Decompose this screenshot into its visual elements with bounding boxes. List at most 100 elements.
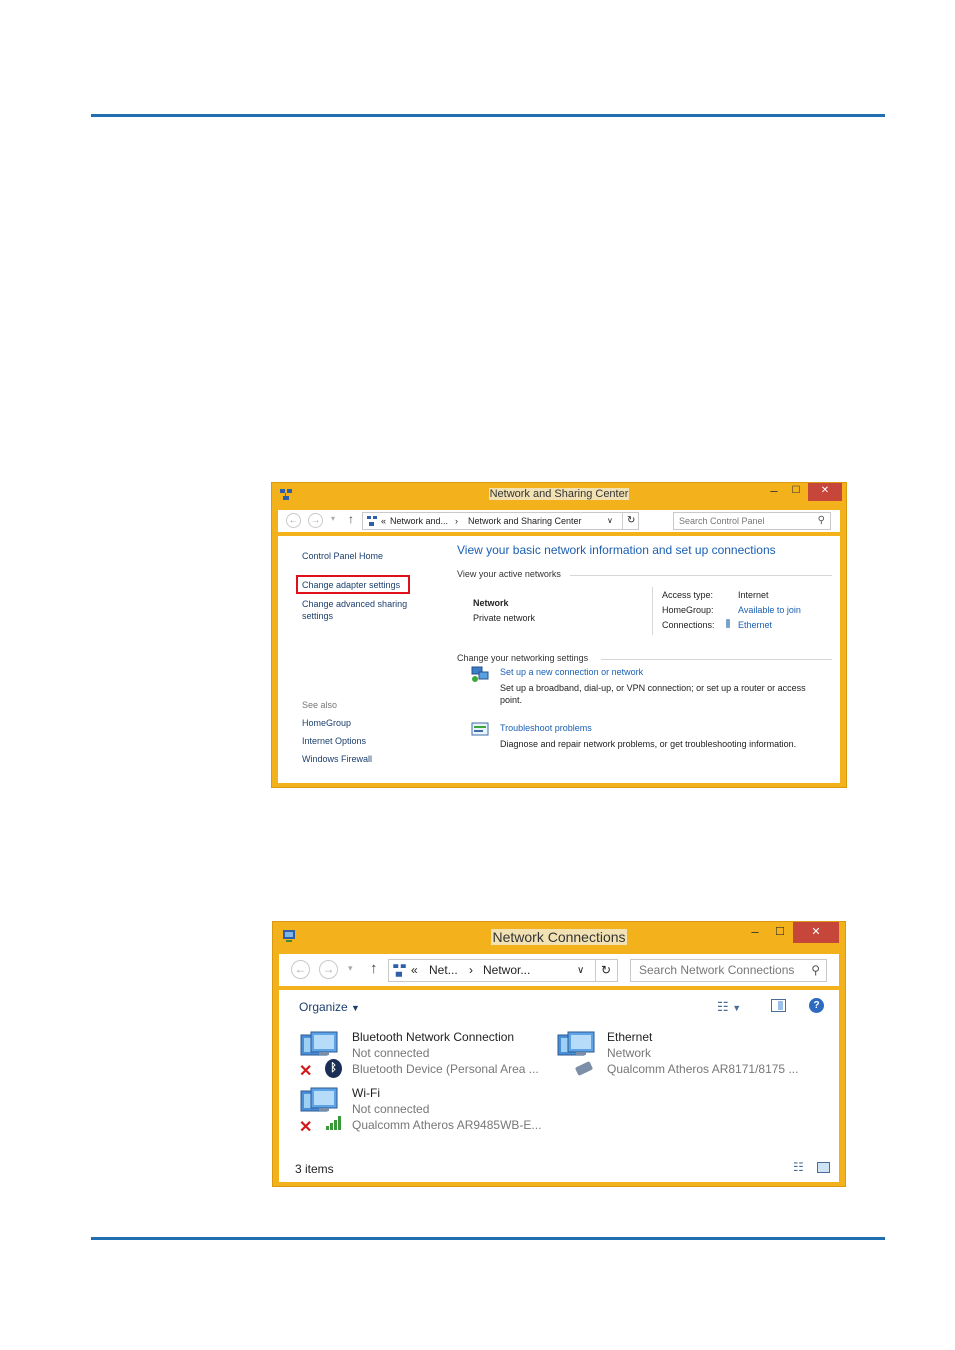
search-placeholder: Search Network Connections	[639, 963, 795, 977]
maximize-button[interactable]: ☐	[786, 483, 806, 501]
title-bar[interactable]: Network Connections – ☐ ✕	[273, 922, 845, 948]
active-networks-heading: View your active networks	[457, 569, 561, 579]
connection-device: Qualcomm Atheros AR8171/8175 ...	[607, 1062, 799, 1076]
sidebar-item-homegroup[interactable]: HomeGroup	[302, 718, 351, 728]
navigation-bar: ← → ▾ ↑ « Net... › Networ... ∨ ↻ Search …	[279, 954, 839, 986]
search-input[interactable]: Search Network Connections ⚲	[630, 959, 827, 982]
details-view-icon[interactable]: ☷	[793, 1160, 804, 1174]
up-arrow-icon[interactable]: ↑	[348, 512, 354, 526]
close-button[interactable]: ✕	[808, 483, 842, 501]
breadcrumb-sharing-center[interactable]: Network and Sharing Center	[468, 513, 582, 529]
footer-rule	[91, 1237, 885, 1240]
connection-name: Bluetooth Network Connection	[352, 1030, 515, 1044]
maximize-button[interactable]: ☐	[769, 924, 791, 942]
search-placeholder: Search Control Panel	[679, 516, 765, 526]
address-dropdown-icon[interactable]: ∨	[577, 960, 584, 981]
page-title: View your basic network information and …	[457, 543, 776, 557]
back-arrow-icon[interactable]: ←	[286, 513, 301, 528]
title-bar[interactable]: Network and Sharing Center – ☐ ✕	[272, 483, 846, 505]
chevron-down-icon: ▼	[351, 1003, 360, 1013]
large-icons-view-icon[interactable]	[817, 1162, 830, 1173]
refresh-icon[interactable]: ↻	[595, 960, 611, 981]
change-settings-divider	[601, 659, 832, 660]
breadcrumb-prefix[interactable]: «	[381, 513, 386, 529]
see-also-heading: See also	[302, 700, 338, 710]
troubleshoot-link[interactable]: Troubleshoot problems	[500, 723, 592, 733]
network-name: Network	[473, 598, 509, 608]
network-vertical-divider	[652, 587, 653, 635]
breadcrumb-network[interactable]: Net...	[429, 960, 458, 981]
network-type: Private network	[473, 613, 536, 623]
connection-status: Not connected	[352, 1102, 430, 1116]
address-bar[interactable]: « Net... › Networ... ∨ ↻	[388, 959, 618, 982]
forward-arrow-icon[interactable]: →	[308, 513, 323, 528]
connection-item-wifi[interactable]: ✕ Wi-Fi Not connected Qualcomm Atheros A…	[297, 1086, 541, 1138]
breadcrumb-network-and[interactable]: Network and...	[390, 513, 448, 529]
sidebar-item-windows-firewall[interactable]: Windows Firewall	[302, 754, 372, 764]
control-panel-icon	[367, 516, 377, 526]
sidebar-item-control-panel-home[interactable]: Control Panel Home	[302, 551, 383, 561]
connection-item-bluetooth[interactable]: ✕ ᛒ Bluetooth Network Connection Not con…	[297, 1030, 539, 1082]
troubleshoot-icon	[471, 722, 489, 736]
network-connections-window: Network Connections – ☐ ✕ ← → ▾ ↑ « Net.…	[272, 921, 846, 1187]
address-dropdown-icon[interactable]: ∨	[607, 513, 613, 529]
sidebar-item-change-advanced-sharing[interactable]: Change advanced sharing	[302, 599, 407, 609]
preview-pane-icon[interactable]	[771, 999, 786, 1012]
access-type-label: Access type:	[662, 590, 714, 600]
sidebar-item-change-advanced-sharing-cont[interactable]: settings	[302, 611, 333, 621]
connection-name: Ethernet	[607, 1030, 653, 1044]
status-bar-count: 3 items	[295, 1162, 334, 1176]
connection-status: Network	[607, 1046, 652, 1060]
sidebar-item-internet-options[interactable]: Internet Options	[302, 736, 366, 746]
connection-device: Bluetooth Device (Personal Area ...	[352, 1062, 539, 1076]
window-title: Network Connections	[491, 929, 627, 945]
back-arrow-icon[interactable]: ←	[291, 960, 310, 979]
connection-status: Not connected	[352, 1046, 430, 1060]
access-type-value: Internet	[738, 590, 769, 600]
connection-name: Wi-Fi	[352, 1086, 380, 1100]
sharing-center-content: Control Panel Home Change adapter settin…	[278, 536, 840, 783]
troubleshoot-desc: Diagnose and repair network problems, or…	[500, 739, 797, 749]
breadcrumb-network-connections[interactable]: Networ...	[483, 960, 530, 981]
recent-dropdown-icon[interactable]: ▾	[331, 514, 335, 523]
disconnected-x-icon: ✕	[299, 1119, 313, 1136]
help-icon[interactable]: ?	[809, 998, 824, 1013]
organize-menu[interactable]: Organize ▼	[299, 1000, 360, 1014]
network-connections-content: Organize ▼ ☷ ▼ ? ✕ ᛒ Bluetooth Network C…	[279, 990, 839, 1182]
recent-dropdown-icon[interactable]: ▾	[348, 963, 353, 974]
change-view-icon[interactable]: ☷ ▼	[717, 999, 741, 1015]
disconnected-x-icon: ✕	[299, 1063, 313, 1080]
setup-connection-desc-cont: point.	[500, 695, 523, 705]
network-sharing-center-window: Network and Sharing Center – ☐ ✕ ← → ▾ ↑…	[271, 482, 847, 788]
search-icon[interactable]: ⚲	[818, 513, 825, 529]
ethernet-cable-icon	[726, 619, 730, 628]
header-rule	[91, 114, 885, 117]
refresh-icon[interactable]: ↻	[622, 513, 635, 529]
homegroup-label: HomeGroup:	[662, 605, 714, 615]
connection-device: Qualcomm Atheros AR9485WB-E...	[352, 1118, 542, 1132]
network-computer-icon	[471, 666, 489, 682]
search-icon[interactable]: ⚲	[811, 960, 820, 981]
organize-label: Organize	[299, 1000, 348, 1014]
change-settings-heading: Change your networking settings	[457, 653, 589, 663]
up-arrow-icon[interactable]: ↑	[370, 960, 378, 977]
address-bar[interactable]: « Network and... › Network and Sharing C…	[362, 512, 639, 530]
setup-connection-desc: Set up a broadband, dial-up, or VPN conn…	[500, 683, 806, 693]
breadcrumb-prefix[interactable]: «	[411, 960, 418, 981]
navigation-bar: ← → ▾ ↑ « Network and... › Network and S…	[278, 510, 840, 532]
homegroup-value[interactable]: Available to join	[738, 605, 801, 615]
forward-arrow-icon[interactable]: →	[319, 960, 338, 979]
breadcrumb-separator[interactable]: ›	[469, 960, 473, 981]
sidebar-item-change-adapter-settings[interactable]: Change adapter settings	[302, 580, 400, 590]
active-networks-divider	[570, 575, 832, 576]
setup-connection-link[interactable]: Set up a new connection or network	[500, 667, 643, 677]
minimize-button[interactable]: –	[764, 483, 784, 501]
connection-item-ethernet[interactable]: Ethernet Network Qualcomm Atheros AR8171…	[554, 1030, 804, 1082]
connections-value[interactable]: Ethernet	[738, 620, 772, 630]
bluetooth-icon: ᛒ	[325, 1059, 342, 1078]
wifi-signal-icon	[326, 1116, 341, 1130]
search-input[interactable]: Search Control Panel ⚲	[673, 512, 831, 530]
close-button[interactable]: ✕	[793, 922, 839, 943]
breadcrumb-separator[interactable]: ›	[455, 513, 458, 529]
minimize-button[interactable]: –	[743, 924, 767, 942]
